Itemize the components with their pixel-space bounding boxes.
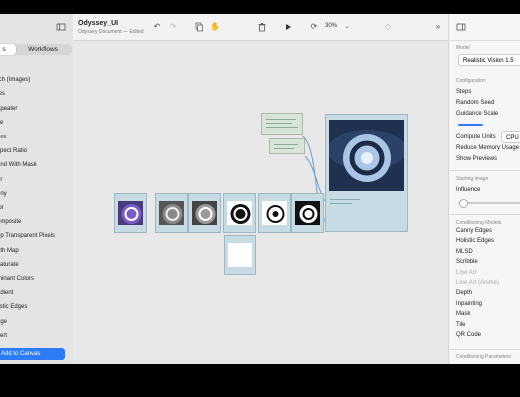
conditioning-model-item[interactable]: Line Art: [456, 270, 476, 276]
sidebar-item[interactable]: ur: [0, 175, 2, 185]
conditioning-model-item[interactable]: MLSD: [456, 249, 473, 255]
prompt-note[interactable]: [261, 113, 303, 135]
document-subtitle: Odyssey Document — Edited: [78, 29, 144, 35]
configuration-label: Configuration: [456, 78, 486, 84]
conditioning-model-item[interactable]: Holistic Edges: [456, 238, 494, 244]
sidebar-item[interactable]: vert: [0, 331, 7, 341]
image-node[interactable]: [114, 193, 147, 233]
sidebar-segmented-control: s Workflows: [0, 44, 72, 55]
conditioning-params-label: Conditioning Parameters: [456, 354, 512, 360]
compute-units-label: Compute Units: [456, 134, 496, 140]
sidebar-item[interactable]: spect Ratio: [0, 146, 27, 156]
copy-icon[interactable]: [194, 22, 204, 32]
undo-icon[interactable]: ↶: [152, 22, 162, 32]
image-node[interactable]: [223, 193, 256, 233]
sidebar-item[interactable]: tes: [0, 89, 5, 99]
model-select[interactable]: Realistic Vision 1.5: [458, 54, 520, 66]
sidebar-item[interactable]: pth Map: [0, 246, 19, 256]
play-icon[interactable]: [283, 22, 293, 32]
conditioning-model-item[interactable]: Line Art (Anime): [456, 280, 499, 286]
sidebar-item[interactable]: ze: [0, 118, 3, 128]
show-previews-row[interactable]: Show Previews: [456, 156, 497, 162]
sidebar-item[interactable]: listic Edges: [0, 302, 27, 312]
expand-chevron-icon[interactable]: »: [433, 22, 443, 32]
zoom-level[interactable]: 30%: [325, 23, 337, 29]
steps-row[interactable]: Steps: [456, 89, 471, 95]
influence-label: Influence: [456, 187, 481, 193]
document-title: Odyssey_UI: [78, 20, 119, 27]
conditioning-model-item[interactable]: Tile: [456, 322, 465, 328]
sidebar: s Workflows ytch (Images)tesepeaterzeges…: [0, 14, 74, 364]
conditioning-models-label: Conditioning Models: [456, 220, 502, 226]
conditioning-model-item[interactable]: Scribble: [456, 259, 478, 265]
refresh-icon[interactable]: ⟳: [309, 22, 319, 32]
sidebar-item[interactable]: saturate: [0, 260, 19, 270]
conditioning-model-item[interactable]: Mask: [456, 311, 470, 317]
app-window: s Workflows ytch (Images)tesepeaterzeges…: [0, 14, 520, 364]
output-image-node[interactable]: [325, 114, 408, 232]
fit-icon[interactable]: ◇: [383, 22, 393, 32]
sidebar-toggle-icon[interactable]: [56, 22, 66, 32]
conditioning-model-item[interactable]: Canny Edges: [456, 228, 492, 234]
sidebar-item[interactable]: op Transparent Pixels: [0, 231, 55, 241]
toolbar: Odyssey_UI Odyssey Document — Edited ↶ ↷…: [56, 14, 448, 41]
sidebar-item[interactable]: minant Colors: [0, 274, 34, 284]
inspector-panel: Model Realistic Vision 1.5 Configuration…: [448, 14, 520, 364]
zoom-dropdown-chevron-icon[interactable]: ⌄: [342, 22, 352, 32]
compute-units-select[interactable]: CPU &: [501, 131, 520, 143]
node-canvas[interactable]: [73, 41, 448, 364]
guidance-slider[interactable]: [458, 124, 483, 126]
model-label: Model: [456, 45, 470, 51]
conditioning-model-item[interactable]: QR Code: [456, 332, 481, 338]
sidebar-section-header: ges: [0, 134, 7, 140]
image-node[interactable]: [258, 193, 291, 233]
tab-workflows[interactable]: Workflows: [20, 44, 66, 55]
tab-nodes[interactable]: s: [0, 44, 16, 55]
sidebar-item[interactable]: omposite: [0, 217, 21, 227]
reduce-memory-row[interactable]: Reduce Memory Usage: [456, 145, 519, 151]
sidebar-item[interactable]: age: [0, 317, 7, 327]
starting-image-label: Starting image: [456, 176, 489, 182]
sidebar-item[interactable]: tch (Images): [0, 75, 30, 85]
conditioning-model-item[interactable]: Inpainting: [456, 301, 482, 307]
inspector-toggle-icon[interactable]: [456, 22, 466, 32]
image-node-blank[interactable]: [224, 235, 256, 275]
image-node[interactable]: [188, 193, 221, 233]
redo-icon[interactable]: ↷: [168, 22, 178, 32]
sidebar-item[interactable]: adient: [0, 288, 13, 298]
trash-icon[interactable]: [257, 22, 267, 32]
sidebar-item[interactable]: nny: [0, 189, 7, 199]
hand-icon[interactable]: ✋: [210, 22, 220, 32]
sidebar-item[interactable]: epeater: [0, 104, 17, 114]
image-node[interactable]: [291, 193, 324, 233]
sidebar-item[interactable]: lor: [0, 203, 4, 213]
influence-slider-knob[interactable]: [459, 199, 468, 208]
sidebar-item[interactable]: end With Mask: [0, 160, 37, 170]
random-seed-row[interactable]: Random Seed: [456, 100, 494, 106]
image-node[interactable]: [155, 193, 188, 233]
negative-prompt-note[interactable]: [269, 138, 305, 154]
add-to-canvas-button[interactable]: Add to Canvas: [0, 348, 65, 360]
guidance-scale-row[interactable]: Guidance Scale: [456, 111, 498, 117]
conditioning-model-item[interactable]: Depth: [456, 290, 472, 296]
